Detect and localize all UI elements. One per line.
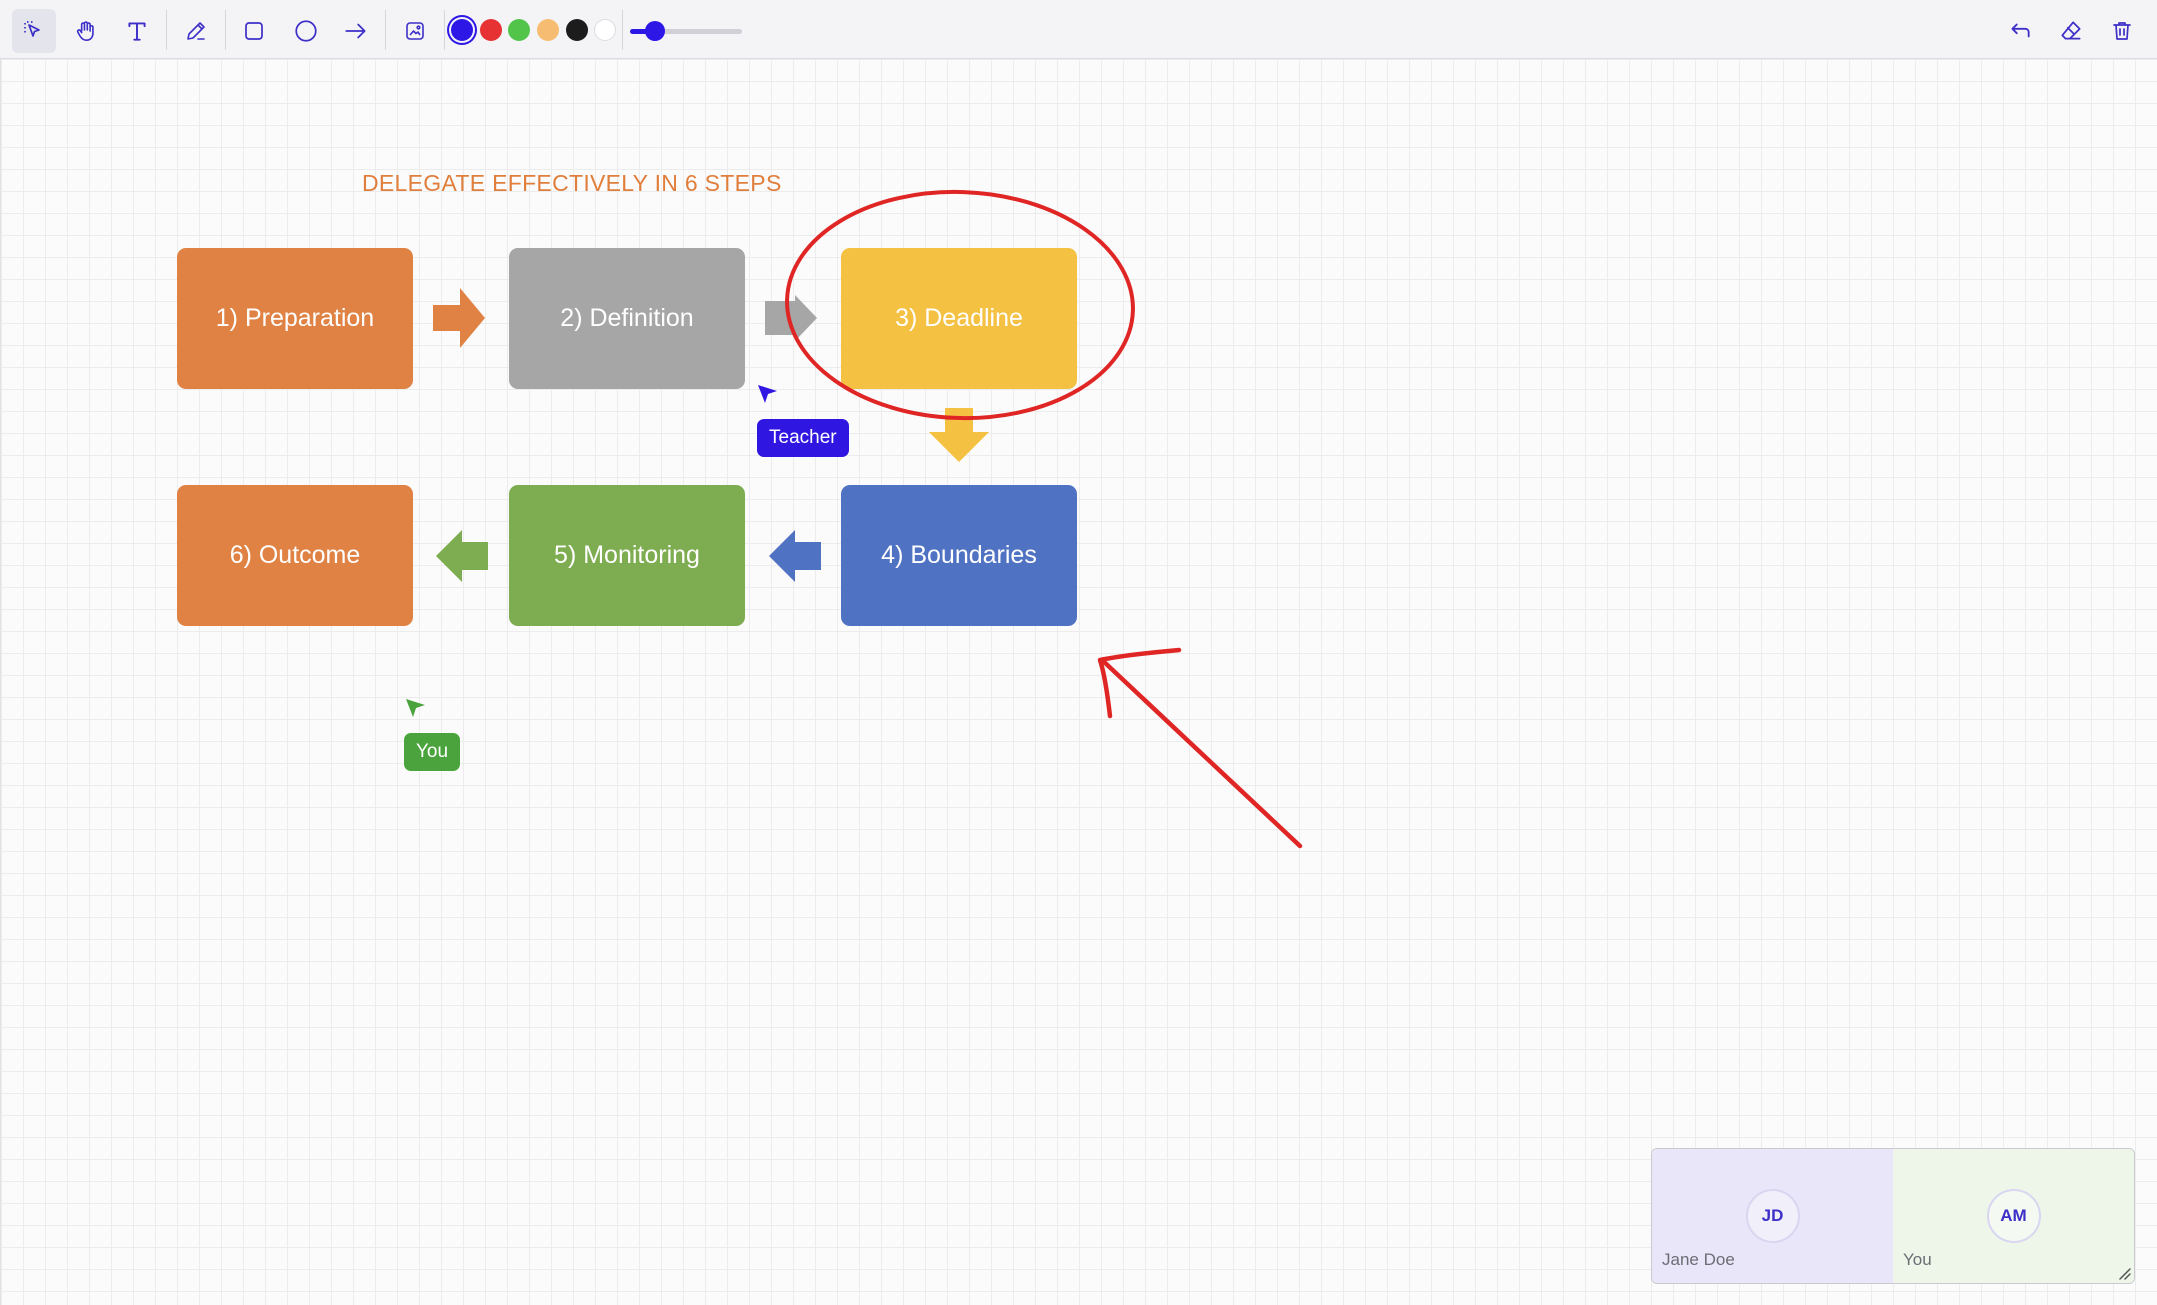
- participant-name: Jane Doe: [1662, 1250, 1735, 1269]
- participant-tile[interactable]: AM You: [1893, 1149, 2134, 1283]
- annotation-layer: [783, 186, 1303, 849]
- participant-tile[interactable]: JD Jane Doe: [1652, 1149, 1893, 1283]
- participants-panel: JD Jane Doe AM You: [1651, 1148, 2135, 1284]
- teacher-cursor-label: Teacher: [757, 419, 849, 457]
- participant-avatar: AM: [1986, 1189, 2041, 1243]
- annotation-circle[interactable]: [783, 186, 1137, 424]
- participant-name: You: [1903, 1250, 1932, 1269]
- participant-avatar: JD: [1745, 1189, 1800, 1243]
- you-cursor-label: You: [404, 733, 461, 771]
- teacher-cursor-pointer-icon: [758, 385, 777, 403]
- annotation-arrow[interactable]: [1097, 647, 1303, 849]
- resize-handle-icon[interactable]: [2117, 1266, 2131, 1280]
- whiteboard-app: DELEGATE EFFECTIVELY IN 6 STEPS 1) Prepa…: [0, 0, 2157, 1305]
- you-cursor-pointer-icon: [406, 699, 425, 717]
